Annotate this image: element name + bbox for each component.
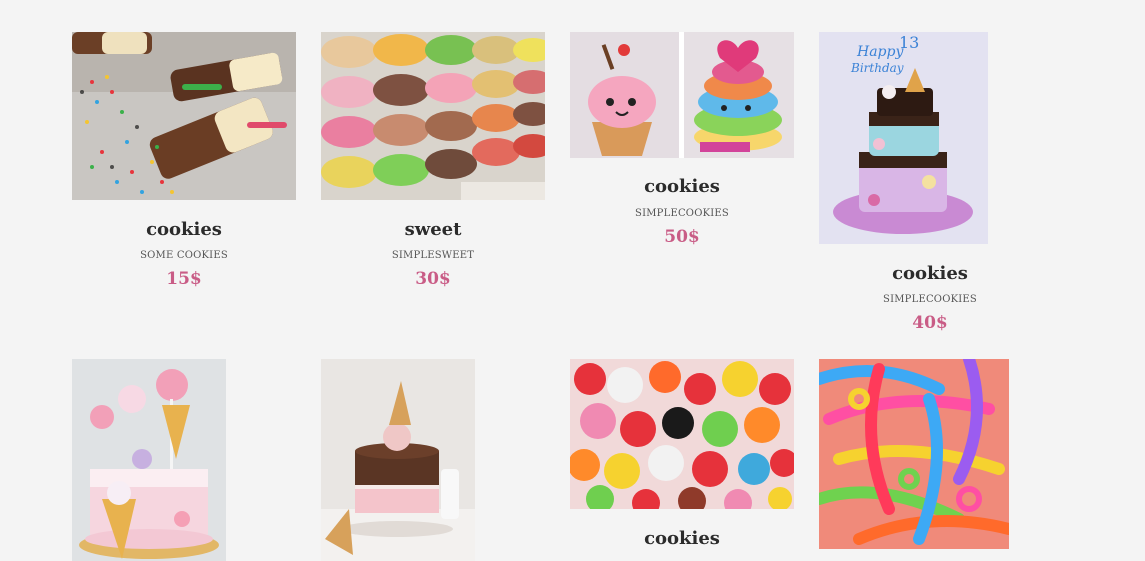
product-subtitle: SIMPLECOOKIES xyxy=(883,294,977,305)
product-title[interactable]: cookies xyxy=(644,528,720,549)
product-title[interactable]: sweet xyxy=(405,219,462,240)
product-image[interactable] xyxy=(819,359,1009,549)
product-image[interactable] xyxy=(321,359,475,561)
product-image[interactable] xyxy=(321,32,545,200)
product-price: 15$ xyxy=(166,269,202,289)
svg-text:Happy: Happy xyxy=(856,44,904,60)
product-title[interactable]: cookies xyxy=(644,176,720,197)
product-price: 30$ xyxy=(415,269,451,289)
product-image[interactable] xyxy=(72,359,226,561)
product-image[interactable] xyxy=(72,32,296,200)
product-price: 50$ xyxy=(664,227,700,247)
product-image[interactable]: Happy Birthday 13 xyxy=(819,32,988,244)
product-price: 40$ xyxy=(912,313,948,333)
product-image[interactable] xyxy=(570,359,794,509)
product-title[interactable]: cookies xyxy=(146,219,222,240)
svg-text:Birthday: Birthday xyxy=(850,61,904,75)
product-title[interactable]: cookies xyxy=(892,263,968,284)
svg-text:13: 13 xyxy=(899,33,919,52)
product-subtitle: SOME COOKIES xyxy=(140,250,228,261)
product-subtitle: SIMPLESWEET xyxy=(391,250,475,261)
product-image[interactable] xyxy=(570,32,794,158)
product-subtitle: SIMPLECOOKIES xyxy=(635,208,729,219)
